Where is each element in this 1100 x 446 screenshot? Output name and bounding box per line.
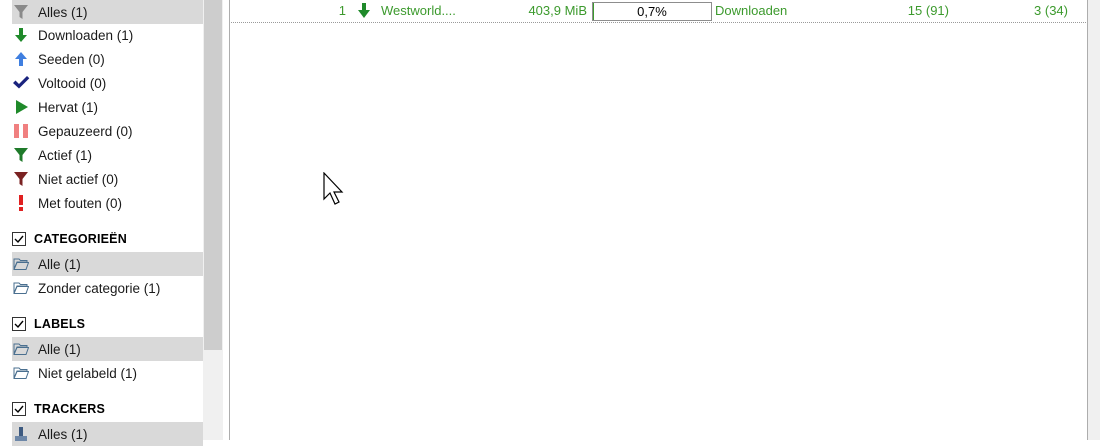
torrent-progress-text: 0,7% xyxy=(637,4,667,19)
status-filter-label: Seeden (0) xyxy=(38,51,105,67)
torrent-peers: 3 (34) xyxy=(1034,3,1068,18)
torrent-seeds: 15 (91) xyxy=(907,3,949,18)
checkmark-icon xyxy=(12,74,30,92)
active-filter-icon xyxy=(12,146,30,164)
folder-icon xyxy=(12,340,30,358)
torrent-list[interactable]: 1 Westworld.... 403,9 MiB 0,7% Downloade… xyxy=(229,0,1088,440)
categories-header[interactable]: CATEGORIEËN xyxy=(12,228,127,250)
status-filter-label: Downloaden (1) xyxy=(38,27,134,43)
filter-sidebar: Alles (1) Downloaden (1) Seeden (0) Volt… xyxy=(0,0,203,446)
folder-icon xyxy=(12,364,30,382)
status-filter-label: Actief (1) xyxy=(38,147,93,163)
status-filter-downloading[interactable]: Downloaden (1) xyxy=(12,23,203,47)
categories-checkbox[interactable] xyxy=(12,232,26,246)
window-edge xyxy=(1088,0,1100,440)
status-filter-label: Met fouten (0) xyxy=(38,195,123,211)
labels-header[interactable]: LABELS xyxy=(12,313,85,335)
status-filter-active[interactable]: Actief (1) xyxy=(12,143,203,167)
tracker-icon xyxy=(12,425,30,443)
status-filter-completed[interactable]: Voltooid (0) xyxy=(12,71,203,95)
label-item-label: Niet gelabeld (1) xyxy=(38,365,138,381)
upload-arrow-icon xyxy=(12,50,30,68)
status-filter-inactive[interactable]: Niet actief (0) xyxy=(12,167,203,191)
status-filter-seeding[interactable]: Seeden (0) xyxy=(12,47,203,71)
download-arrow-icon xyxy=(356,0,374,22)
torrent-status: Downloaden xyxy=(715,3,788,18)
sidebar-scrollbar-thumb[interactable] xyxy=(204,0,222,350)
status-filter-resumed[interactable]: Hervat (1) xyxy=(12,95,203,119)
torrent-size: 403,9 MiB xyxy=(528,3,587,18)
status-filter-all[interactable]: Alles (1) xyxy=(12,0,203,24)
torrent-progress-bar: 0,7% xyxy=(592,2,712,21)
labels-header-label: LABELS xyxy=(34,317,86,331)
folder-icon xyxy=(12,255,30,273)
category-item-uncategorized[interactable]: Zonder categorie (1) xyxy=(12,276,203,300)
status-filter-errored[interactable]: Met fouten (0) xyxy=(12,191,203,215)
folder-icon xyxy=(12,279,30,297)
status-filter-label: Niet actief (0) xyxy=(38,171,119,187)
labels-checkbox[interactable] xyxy=(12,317,26,331)
checkbox-check-icon xyxy=(14,320,24,329)
status-filter-label: Gepauzeerd (0) xyxy=(38,123,133,139)
torrent-index: 1 xyxy=(338,3,346,18)
pause-icon xyxy=(12,122,30,140)
mouse-cursor-icon xyxy=(323,172,344,205)
label-item-label: Alle (1) xyxy=(38,341,81,357)
torrent-name: Westworld.... xyxy=(381,3,456,18)
torrent-row[interactable]: 1 Westworld.... 403,9 MiB 0,7% Downloade… xyxy=(231,0,1086,23)
status-filter-paused[interactable]: Gepauzeerd (0) xyxy=(12,119,203,143)
tracker-item-label: Alles (1) xyxy=(38,426,88,442)
tracker-item-all[interactable]: Alles (1) xyxy=(12,422,203,446)
status-filter-label: Hervat (1) xyxy=(38,99,99,115)
inactive-filter-icon xyxy=(12,170,30,188)
label-item-untagged[interactable]: Niet gelabeld (1) xyxy=(12,361,203,385)
label-item-all[interactable]: Alle (1) xyxy=(12,337,203,361)
trackers-header[interactable]: TRACKERS xyxy=(12,398,105,420)
download-arrow-icon xyxy=(12,26,30,44)
checkbox-check-icon xyxy=(14,405,24,414)
trackers-header-label: TRACKERS xyxy=(34,402,106,416)
categories-header-label: CATEGORIEËN xyxy=(34,232,127,246)
error-exclamation-icon xyxy=(12,194,30,212)
trackers-checkbox[interactable] xyxy=(12,402,26,416)
play-icon xyxy=(12,98,30,116)
checkbox-check-icon xyxy=(14,235,24,244)
category-item-label: Zonder categorie (1) xyxy=(38,280,161,296)
category-item-all[interactable]: Alle (1) xyxy=(12,252,203,276)
status-filter-label: Alles (1) xyxy=(38,4,88,20)
filter-icon xyxy=(12,3,30,21)
status-filter-label: Voltooid (0) xyxy=(38,75,107,91)
category-item-label: Alle (1) xyxy=(38,256,81,272)
